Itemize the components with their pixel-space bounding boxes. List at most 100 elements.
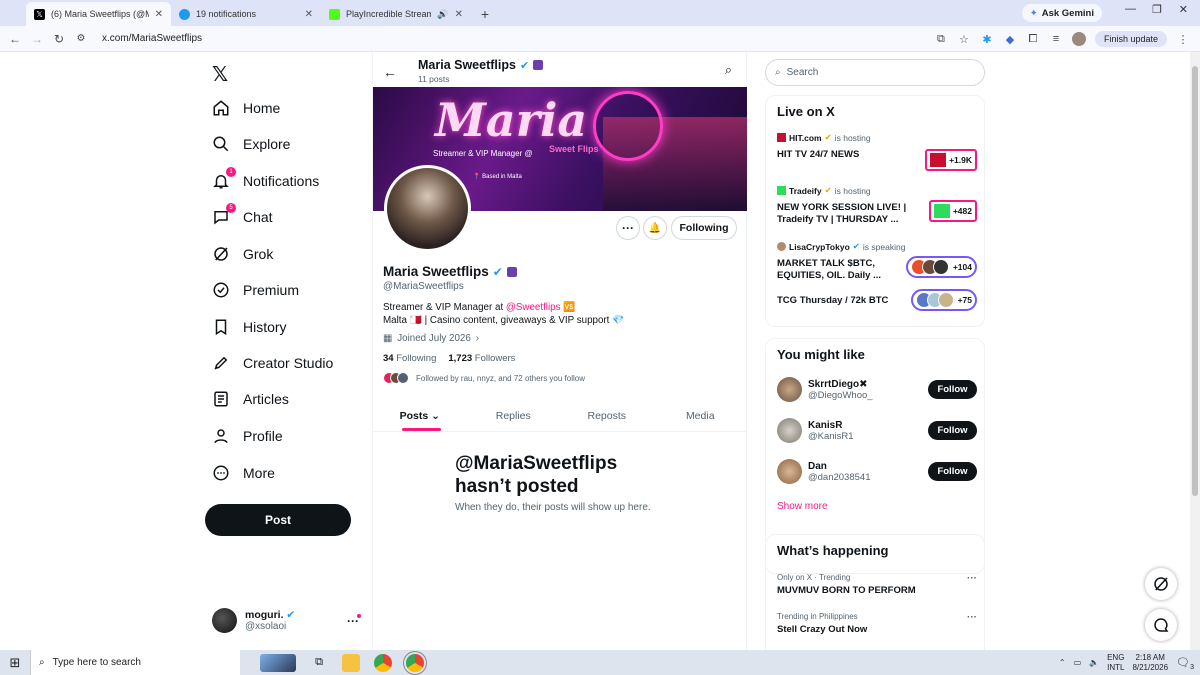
live-item[interactable]: HIT.com ✔ is hosting HIT TV 24/7 NEWS +1.9… (777, 132, 977, 171)
reload-icon[interactable]: ↻ (48, 32, 70, 46)
profile-avatar[interactable] (384, 165, 471, 252)
network-icon[interactable]: ▭ (1074, 658, 1082, 667)
show-more-link[interactable]: Show more (777, 501, 828, 512)
site-info-icon[interactable]: ⚙ (70, 33, 92, 44)
windows-start-icon[interactable]: ⊞ (0, 655, 30, 671)
chevron-up-icon[interactable]: ⌃ (1059, 658, 1066, 667)
nav-notifications[interactable]: 1 Notifications (212, 166, 319, 196)
input-language[interactable]: ENG INTL (1107, 653, 1124, 673)
maximize-icon[interactable]: ❐ (1152, 3, 1162, 16)
follow-button[interactable]: Follow (928, 421, 977, 440)
clock[interactable]: 2:18 AM 8/21/2026 (1132, 653, 1168, 673)
followed-by[interactable]: Followed by rau, nnyz, and 72 others you… (383, 372, 585, 384)
close-icon[interactable]: ✕ (155, 9, 163, 20)
tab-maria[interactable]: 𝕏 (6) Maria Sweetflips (@MariaSw ✕ (26, 2, 171, 26)
search-input[interactable]: ⌕ Search (765, 59, 985, 86)
x-logo[interactable]: 𝕏 (212, 62, 228, 87)
joined-date[interactable]: ▦ Joined July 2026 › (383, 333, 479, 344)
tab-reposts[interactable]: Reposts (560, 400, 654, 431)
trend-title: MUVMUV BORN TO PERFORM (777, 585, 916, 596)
grok-float-button[interactable] (1145, 568, 1177, 600)
finish-update-button[interactable]: Finish update (1094, 31, 1167, 47)
close-icon[interactable]: ✕ (455, 9, 463, 20)
close-window-icon[interactable]: ✕ (1179, 3, 1188, 16)
live-item[interactable]: LisaCrypTokyo ✔ is speaking MARKET TALK $B… (777, 241, 977, 282)
bio-link[interactable]: @Sweetflips (506, 302, 561, 313)
following-count[interactable]: 34 Following (383, 353, 436, 364)
trend-more-icon[interactable]: ··· (967, 573, 977, 584)
live-listeners-badge[interactable]: +104 (905, 256, 977, 278)
forward-icon[interactable]: → (26, 32, 48, 46)
puzzle-icon[interactable]: ⧠ (1026, 32, 1040, 46)
menu-icon[interactable]: ⋮ (1176, 32, 1190, 46)
account-switcher[interactable]: moguri. ✔ @xsolaoi (212, 608, 295, 633)
followers-count[interactable]: 1,723 Followers (448, 353, 515, 364)
avatar[interactable] (1071, 32, 1086, 46)
nav-more[interactable]: More (212, 458, 275, 488)
suggestion-item[interactable]: KanisR @KanisR1 Follow (777, 418, 977, 443)
chrome-icon[interactable] (374, 653, 392, 672)
nav-home[interactable]: Home (212, 93, 280, 123)
tab-posts[interactable]: Posts ⌄ (373, 400, 467, 431)
extension-icon-2[interactable]: ◆ (1003, 32, 1017, 46)
nav-grok[interactable]: Grok (212, 239, 273, 269)
trend-item[interactable]: Only on X · Trending MUVMUV BORN TO PERF… (777, 573, 977, 596)
live-item[interactable]: TCG Thursday / 72k BTC +75 (777, 289, 977, 311)
scrollbar-thumb[interactable] (1192, 66, 1198, 496)
live-listeners-badge[interactable]: +1.9K (925, 149, 977, 171)
ask-gemini-button[interactable]: ✦ Ask Gemini (1021, 4, 1102, 22)
nav-creator-studio[interactable]: Creator Studio (212, 348, 333, 378)
tab-media[interactable]: Media (654, 400, 748, 431)
chrome-active-icon[interactable] (406, 653, 424, 672)
nav-profile[interactable]: Profile (212, 421, 283, 451)
file-explorer-icon[interactable] (342, 653, 360, 672)
host-avatar (777, 242, 786, 251)
verified-icon: ✔ (852, 241, 860, 251)
tab-notifications[interactable]: 19 notifications ✕ (171, 2, 321, 26)
extension-icon[interactable]: ✱ (980, 32, 994, 46)
more-options-button[interactable]: ··· (616, 216, 640, 240)
search-icon[interactable]: ⌕ (725, 62, 732, 78)
media-icon[interactable]: ≡ (1049, 32, 1063, 46)
live-listeners-badge[interactable]: +482 (928, 200, 977, 222)
volume-icon[interactable]: 🔈 (1089, 658, 1099, 667)
follow-button[interactable]: Follow (928, 380, 977, 399)
close-icon[interactable]: ✕ (305, 9, 313, 20)
verified-icon: ✔ (492, 264, 503, 279)
speaker-icon[interactable]: 🔊 (437, 9, 448, 20)
banner-neon-orb (593, 91, 663, 161)
install-icon[interactable]: ⧉ (934, 32, 948, 46)
nav-premium[interactable]: Premium (212, 275, 299, 305)
nav-chat[interactable]: 5 Chat (212, 202, 273, 232)
task-view-icon[interactable]: ⧉ (310, 654, 328, 672)
post-button[interactable]: Post (205, 504, 351, 536)
suggestion-item[interactable]: SkrrtDiego✖ @DiegoWhoo_ Follow (777, 377, 977, 402)
following-button[interactable]: Following (671, 216, 737, 240)
minimize-icon[interactable]: — (1125, 3, 1136, 15)
notification-badge: 1 (226, 167, 236, 177)
live-listeners-badge[interactable]: +75 (910, 289, 977, 311)
nav-label: Notifications (243, 173, 320, 189)
trend-item[interactable]: Trending in Philippines Stell Crazy Out … (777, 612, 977, 635)
new-tab-button[interactable]: + (475, 4, 495, 24)
back-arrow-icon[interactable]: ← (383, 64, 397, 80)
notification-center-icon[interactable]: 🗨 3 (1176, 656, 1194, 671)
address-bar[interactable]: x.com/MariaSweetflips (102, 33, 202, 44)
follow-button[interactable]: Follow (928, 462, 977, 481)
tab-replies[interactable]: Replies (467, 400, 561, 431)
tab-stream[interactable]: PlayIncredible Stream - Wa 🔊 ✕ (321, 2, 471, 26)
nav-articles[interactable]: Articles (212, 384, 289, 414)
notification-bell-button[interactable]: 🔔 (643, 216, 667, 240)
live-item[interactable]: Tradeify ✔ is hosting NEW YORK SESSION LIV… (777, 185, 977, 226)
back-icon[interactable]: ← (4, 32, 26, 46)
messages-float-button[interactable] (1145, 609, 1177, 641)
star-icon[interactable]: ☆ (957, 32, 971, 46)
taskbar-search[interactable]: ⌕ Type here to search (30, 650, 240, 675)
suggestion-item[interactable]: Dan @dan2038541 Follow (777, 459, 977, 484)
nav-history[interactable]: History (212, 312, 287, 342)
weather-widget-icon[interactable] (260, 653, 296, 672)
trend-more-icon[interactable]: ··· (967, 612, 977, 623)
page-scrollbar[interactable] (1190, 52, 1200, 650)
card-title: What’s happening (777, 543, 889, 558)
nav-explore[interactable]: Explore (212, 129, 290, 159)
